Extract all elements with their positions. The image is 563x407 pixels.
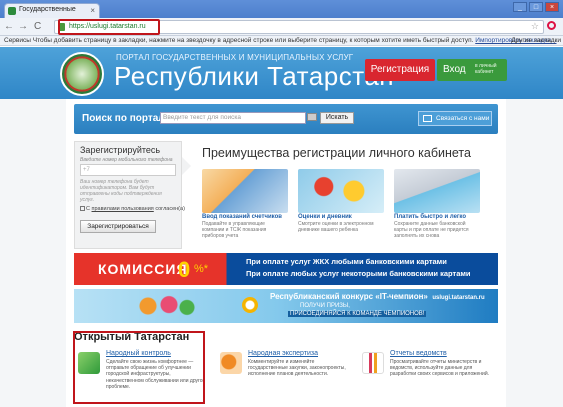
- reload-icon[interactable]: C: [34, 21, 41, 32]
- commission-banner[interactable]: КОМИССИЯ 0 %* При оплате услуг ЖКХ любым…: [74, 253, 498, 285]
- bookmarks-bar: Сервисы Чтобы добавить страницу в заклад…: [0, 36, 563, 46]
- edit-icon: [423, 115, 432, 122]
- advantage-title: Ввод показаний счетчиков: [202, 214, 282, 220]
- terms-checkbox[interactable]: [80, 206, 85, 211]
- open-tatarstan-item-text: Просматривайте отчеты министерств и ведо…: [390, 359, 490, 378]
- contact-us-label: Связаться с нами: [436, 115, 490, 122]
- window-controls: _ □ ×: [513, 2, 559, 12]
- meters-illustration-icon: [202, 169, 288, 213]
- tab-title: Государственные: [19, 6, 76, 13]
- login-label: Вход: [443, 64, 466, 75]
- contact-us-button[interactable]: Связаться с нами: [418, 111, 492, 126]
- bookmarks-hint: Сервисы Чтобы добавить страницу в заклад…: [4, 37, 474, 44]
- registration-submit-button[interactable]: Зарегистрироваться: [80, 220, 156, 233]
- advantage-title: Оценки и дневник: [298, 214, 352, 220]
- forward-arrow-icon[interactable]: →: [18, 21, 28, 32]
- people-control-highlight-box: [73, 331, 205, 404]
- registration-pointer: [182, 157, 191, 175]
- site-header: ПОРТАЛ ГОСУДАРСТВЕННЫХ И МУНИЦИПАЛЬНЫХ У…: [0, 47, 563, 99]
- search-button[interactable]: Искать: [320, 112, 354, 124]
- browser-menu-icon[interactable]: [547, 21, 556, 30]
- terms-agreement: С правилами пользования согласен(а): [80, 206, 185, 212]
- registration-panel: Зарегистрируйтесь Введите номер мобильно…: [74, 141, 185, 249]
- advantage-card-meters[interactable]: Ввод показаний счетчиков Подавайте в упр…: [202, 169, 288, 239]
- bank-card-illustration-icon: [394, 169, 480, 213]
- it-champion-site: uslugi.tatarstan.ru: [432, 295, 485, 301]
- advantage-card-grades[interactable]: Оценки и дневник Смотрите оценки в элект…: [298, 169, 384, 233]
- phone-input[interactable]: +7: [80, 164, 176, 176]
- tab-close-icon[interactable]: ×: [90, 6, 95, 15]
- advantage-text: Смотрите оценки в электронном дневнике в…: [298, 221, 374, 233]
- login-button[interactable]: Вход в личный кабинет: [437, 59, 507, 81]
- bookmark-star-icon[interactable]: ☆: [531, 21, 539, 32]
- keyboard-icon[interactable]: [307, 113, 317, 121]
- register-button[interactable]: Регистрация: [365, 59, 435, 81]
- terms-prefix: С: [86, 206, 90, 212]
- open-tatarstan-item-title[interactable]: Народная экспертиза: [248, 350, 318, 357]
- maximize-button[interactable]: □: [529, 2, 543, 12]
- minimize-button[interactable]: _: [513, 2, 527, 12]
- terms-suffix: согласен(а): [155, 206, 185, 212]
- commission-zero: 0: [178, 257, 191, 282]
- open-tatarstan-item-title[interactable]: Отчеты ведомств: [390, 350, 447, 357]
- commission-line-1: При оплате услуг ЖКХ любыми банковскими …: [246, 257, 447, 266]
- terms-link[interactable]: правилами пользования: [92, 206, 154, 212]
- portal-title: Республики Татарстан: [114, 61, 395, 91]
- registration-title: Зарегистрируйтесь: [80, 145, 161, 155]
- search-bar: Поиск по порталу: Введите текст для поис…: [74, 104, 498, 134]
- search-input[interactable]: Введите текст для поиска: [160, 112, 306, 124]
- it-champion-line-2: ПРИСОЕДИНЯЙСЯ К КОМАНДЕ ЧЕМПИОНОВ!: [288, 311, 427, 317]
- tatarstan-emblem-icon[interactable]: [60, 52, 104, 96]
- close-window-button[interactable]: ×: [545, 2, 559, 12]
- phone-hint: Введите номер мобильного телефона: [80, 157, 173, 163]
- advantage-title: Платить быстро и легко: [394, 214, 466, 220]
- open-tatarstan-item-text: Комментируйте и изменяйте государственны…: [248, 359, 346, 378]
- commission-percent: %*: [194, 263, 209, 275]
- advantage-card-payment[interactable]: Платить быстро и легко Сохраните данные …: [394, 169, 480, 239]
- it-champion-line-1: ПОЛУЧИ ПРИЗЫ,: [300, 303, 350, 309]
- other-bookmarks[interactable]: Другие закладки: [511, 36, 561, 45]
- reports-chart-icon: [362, 352, 384, 374]
- advantage-text: Сохраните данные банковской карты и при …: [394, 221, 469, 239]
- expertise-icon: [220, 352, 242, 374]
- children-illustration-icon: [136, 292, 196, 320]
- it-champion-banner[interactable]: Республиканский конкурс «IT-чемпион» usl…: [74, 289, 498, 323]
- browser-tab[interactable]: Государственные ×: [4, 3, 100, 18]
- phone-description: Ваш номер телефона будет идентификатором…: [80, 179, 162, 203]
- commission-label: КОМИССИЯ: [98, 261, 188, 277]
- advantage-text: Подавайте в управляющие компании и ТСЖ п…: [202, 221, 267, 239]
- advantages-title: Преимущества регистрации личного кабинет…: [202, 146, 471, 160]
- login-sublabel: в личный кабинет: [475, 63, 497, 75]
- back-arrow-icon[interactable]: ←: [4, 21, 14, 32]
- tab-favicon-icon: [8, 7, 16, 15]
- url-highlight-box: [58, 19, 160, 35]
- browser-titlebar: Государственные × _ □ ×: [0, 0, 563, 18]
- it-champion-title: Республиканский конкурс «IT-чемпион»: [270, 292, 428, 301]
- paints-illustration-icon: [298, 169, 384, 213]
- commission-line-2: При оплате любых услуг некоторыми банков…: [246, 269, 471, 278]
- it-champion-headline: Республиканский конкурс «IT-чемпион» usl…: [270, 292, 485, 301]
- prize-icon: [242, 297, 258, 313]
